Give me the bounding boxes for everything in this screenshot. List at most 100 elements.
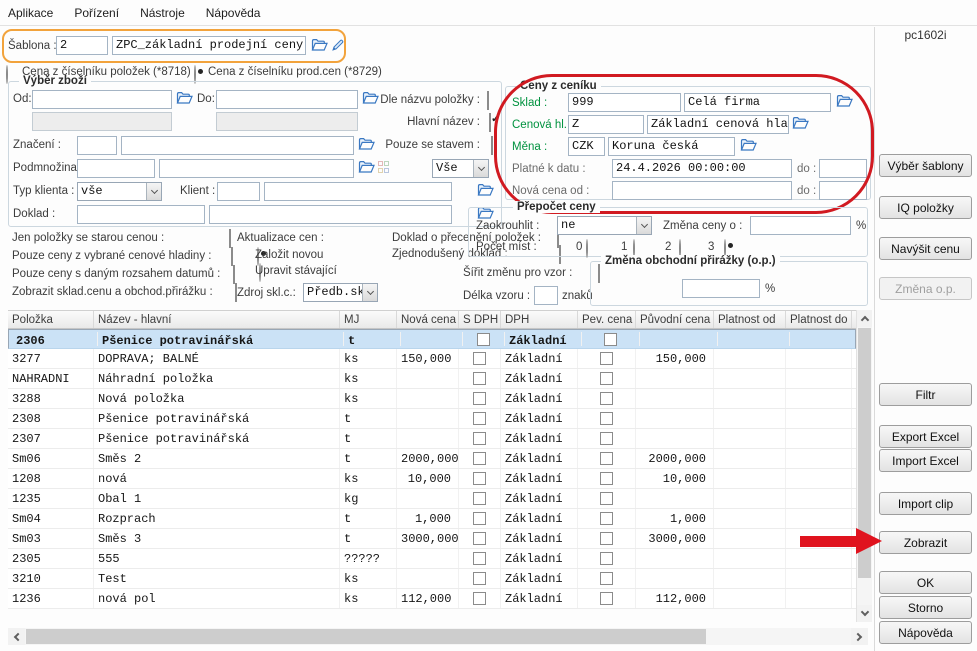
s-dph-checkbox[interactable] <box>477 333 490 346</box>
table-row[interactable]: 1208nováks10,000Základní10,000 <box>8 469 856 489</box>
pev-cena-checkbox[interactable] <box>600 492 613 505</box>
dle-nazvu-checkbox[interactable] <box>487 91 489 110</box>
column-header[interactable]: DPH <box>501 311 578 328</box>
doklad-code-input[interactable] <box>77 205 205 224</box>
zmena-ceny-input[interactable] <box>750 216 851 235</box>
filtr-button[interactable]: Filtr <box>879 383 972 406</box>
table-row[interactable]: 2305555?????Základní <box>8 549 856 569</box>
zaokrouhlit-select[interactable]: ne <box>557 216 652 235</box>
vertical-scrollbar[interactable] <box>856 310 872 622</box>
column-header[interactable]: Nová cena <box>397 311 459 328</box>
pev-cena-checkbox[interactable] <box>600 592 613 605</box>
s-dph-checkbox[interactable] <box>473 452 486 465</box>
stara-cena-checkbox[interactable] <box>229 229 231 248</box>
do-input[interactable] <box>216 90 358 109</box>
table-row[interactable]: 2306Pšenice potravinářskátZákladní <box>8 329 856 349</box>
horizontal-scrollbar[interactable] <box>8 628 868 645</box>
pouze-se-stavem-checkbox[interactable] <box>491 136 493 155</box>
table-row[interactable]: 1235Obal 1kgZákladní <box>8 489 856 509</box>
napoveda-button[interactable]: Nápověda <box>879 621 972 644</box>
pev-cena-checkbox[interactable] <box>600 352 613 365</box>
open-folder-icon[interactable] <box>358 160 376 175</box>
pev-cena-checkbox[interactable] <box>600 472 613 485</box>
ok-button[interactable]: OK <box>879 571 972 594</box>
klient-code-input[interactable] <box>217 182 260 201</box>
open-folder-icon[interactable] <box>311 38 329 53</box>
template-id-input[interactable]: 2 <box>56 36 108 55</box>
s-dph-checkbox[interactable] <box>473 512 486 525</box>
open-folder-icon[interactable] <box>477 183 495 198</box>
s-dph-checkbox[interactable] <box>473 492 486 505</box>
import-excel-button[interactable]: Import Excel <box>879 449 972 472</box>
table-row[interactable]: 3288Nová položkaksZákladní <box>8 389 856 409</box>
s-dph-checkbox[interactable] <box>473 532 486 545</box>
s-dph-checkbox[interactable] <box>473 472 486 485</box>
chevron-down-icon[interactable] <box>636 217 651 234</box>
podmnozina-name-input[interactable] <box>159 159 354 178</box>
chevron-down-icon[interactable] <box>473 160 488 177</box>
scroll-up-icon[interactable] <box>857 310 872 327</box>
s-dph-checkbox[interactable] <box>473 372 486 385</box>
pev-cena-checkbox[interactable] <box>604 333 617 346</box>
column-header[interactable]: Platnost od <box>714 311 786 328</box>
import-clip-button[interactable]: Import clip <box>879 492 972 515</box>
rozsah-datumu-checkbox[interactable] <box>233 265 235 284</box>
podmnozina-filter-select[interactable]: Vše <box>432 159 489 178</box>
navysit-cenu-button[interactable]: Navýšit cenu <box>879 237 972 260</box>
margin-change-input[interactable] <box>682 279 760 298</box>
table-row[interactable]: NAHRADNINáhradní položkaksZákladní <box>8 369 856 389</box>
pev-cena-checkbox[interactable] <box>600 572 613 585</box>
table-row[interactable]: 2308Pšenice potravinářskátZákladní <box>8 409 856 429</box>
chevron-down-icon[interactable] <box>362 284 377 301</box>
vybrana-hladina-checkbox[interactable] <box>231 247 233 266</box>
table-row[interactable]: 2307Pšenice potravinářskátZákladní <box>8 429 856 449</box>
open-folder-icon[interactable] <box>358 137 376 152</box>
menu-item-napoveda[interactable]: Nápověda <box>206 6 261 20</box>
doklad-name-input[interactable] <box>209 205 452 224</box>
zobrazit-button[interactable]: Zobrazit <box>879 531 972 554</box>
typ-klienta-select[interactable]: vše <box>77 182 162 201</box>
s-dph-checkbox[interactable] <box>473 392 486 405</box>
grid-picker-icon[interactable] <box>378 161 390 173</box>
s-dph-checkbox[interactable] <box>473 572 486 585</box>
klient-name-input[interactable] <box>264 182 452 201</box>
table-row[interactable]: 1236nová polks112,000Základní112,000 <box>8 589 856 609</box>
table-row[interactable]: Sm03Směs 3t3000,000Základní3000,000 <box>8 529 856 549</box>
od-input[interactable] <box>32 90 172 109</box>
scroll-right-icon[interactable] <box>851 628 868 645</box>
pev-cena-checkbox[interactable] <box>600 372 613 385</box>
pev-cena-checkbox[interactable] <box>600 392 613 405</box>
vyber-sablony-button[interactable]: Výběr šablony <box>879 154 972 177</box>
table-row[interactable]: Sm06Směs 2t2000,000Základní2000,000 <box>8 449 856 469</box>
table-row[interactable]: Sm04Rozpracht1,000Základní1,000 <box>8 509 856 529</box>
pev-cena-checkbox[interactable] <box>600 452 613 465</box>
podmnozina-code-input[interactable] <box>77 159 155 178</box>
pev-cena-checkbox[interactable] <box>600 512 613 525</box>
column-header[interactable]: Původní cena <box>636 311 714 328</box>
column-header[interactable]: Pev. cena <box>578 311 636 328</box>
storno-button[interactable]: Storno <box>879 596 972 619</box>
pev-cena-checkbox[interactable] <box>600 412 613 425</box>
table-row[interactable]: 3210TestksZákladní <box>8 569 856 589</box>
pev-cena-checkbox[interactable] <box>600 432 613 445</box>
column-header[interactable]: Platnost do <box>786 311 852 328</box>
column-header[interactable]: S DPH <box>459 311 501 328</box>
chevron-down-icon[interactable] <box>146 183 161 200</box>
horizontal-scroll-thumb[interactable] <box>26 629 706 644</box>
template-name-input[interactable]: ZPC_základní prodejní ceny <box>112 36 306 55</box>
znaceni-code-input[interactable] <box>77 136 117 155</box>
zdroj-sklc-select[interactable]: Předb.skl <box>303 283 378 302</box>
pencil-edit-icon[interactable] <box>331 38 346 53</box>
scroll-left-icon[interactable] <box>8 628 25 645</box>
pocet-mist-0-radio[interactable] <box>586 239 588 258</box>
znaceni-name-input[interactable] <box>121 136 354 155</box>
menu-item-nastroje[interactable]: Nástroje <box>140 6 185 20</box>
scroll-down-icon[interactable] <box>857 605 872 622</box>
open-folder-icon[interactable] <box>176 91 194 106</box>
hlavni-nazev-checkbox[interactable] <box>489 113 491 132</box>
s-dph-checkbox[interactable] <box>473 412 486 425</box>
menu-item-aplikace[interactable]: Aplikace <box>8 6 53 20</box>
pev-cena-checkbox[interactable] <box>600 532 613 545</box>
export-excel-button[interactable]: Export Excel <box>879 425 972 448</box>
s-dph-checkbox[interactable] <box>473 592 486 605</box>
